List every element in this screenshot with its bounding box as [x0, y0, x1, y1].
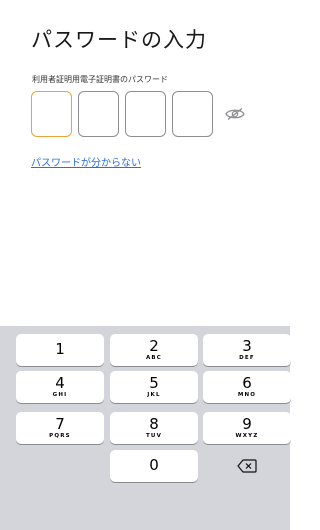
key-4[interactable]: 4 GHI	[16, 371, 104, 403]
pin-box-1[interactable]	[31, 91, 72, 137]
key-1[interactable]: 1	[16, 334, 104, 366]
backspace-key[interactable]	[203, 450, 291, 482]
pin-box-4[interactable]	[172, 91, 213, 137]
key-2[interactable]: 2 ABC	[110, 334, 198, 366]
eye-icon	[225, 107, 245, 121]
password-field-label: 利用者証明用電子証明書のパスワード	[32, 75, 168, 84]
key-5[interactable]: 5 JKL	[110, 371, 198, 403]
show-password-toggle[interactable]	[224, 106, 246, 122]
page-title: パスワードの入力	[31, 28, 207, 52]
key-9[interactable]: 9 WXYZ	[203, 412, 291, 444]
key-3[interactable]: 3 DEF	[203, 334, 291, 366]
backspace-icon	[237, 459, 257, 473]
key-0[interactable]: 0	[110, 450, 198, 482]
key-8[interactable]: 8 TUV	[110, 412, 198, 444]
key-7[interactable]: 7 PQRS	[16, 412, 104, 444]
pin-box-3[interactable]	[125, 91, 166, 137]
key-6[interactable]: 6 MNO	[203, 371, 291, 403]
pin-box-2[interactable]	[78, 91, 119, 137]
pin-input-row[interactable]	[31, 91, 213, 137]
forgot-password-link[interactable]: パスワードが分からない	[31, 154, 141, 169]
